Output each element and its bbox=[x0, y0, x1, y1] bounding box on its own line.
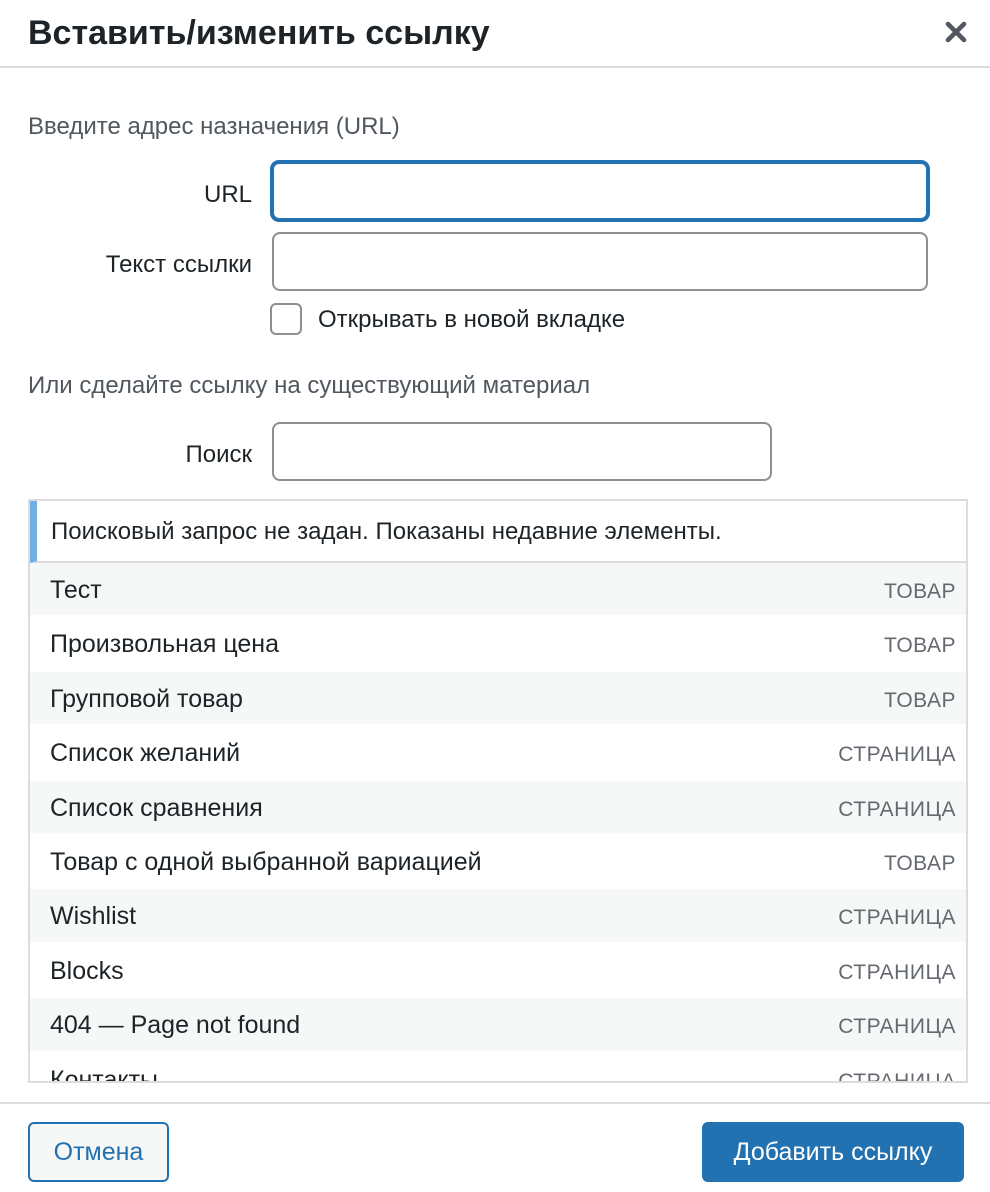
result-title: Контакты bbox=[50, 1065, 158, 1083]
result-title: Произвольная цена bbox=[50, 630, 280, 659]
result-type: ТОВАР bbox=[883, 851, 956, 875]
result-item[interactable]: Групповой товар ТОВАР bbox=[30, 671, 966, 727]
result-title: Blocks bbox=[50, 956, 124, 985]
url-section-heading: Введите адрес назначения (URL) bbox=[28, 113, 400, 140]
result-item[interactable]: Товар с одной выбранной вариацией ТОВАР bbox=[30, 834, 966, 890]
result-item[interactable]: Тест ТОВАР bbox=[30, 563, 966, 618]
result-type: СТРАНИЦА bbox=[838, 1069, 956, 1083]
link-text-label: Текст ссылки bbox=[105, 251, 252, 278]
close-icon bbox=[945, 21, 967, 43]
result-type: СТРАНИЦА bbox=[838, 1015, 956, 1039]
result-title: Список желаний bbox=[50, 739, 241, 768]
cancel-button[interactable]: Отмена bbox=[28, 1122, 169, 1182]
result-title: Тест bbox=[50, 576, 102, 604]
result-type: СТРАНИЦА bbox=[838, 960, 956, 984]
result-item[interactable]: Список сравнения СТРАНИЦА bbox=[30, 780, 966, 835]
result-type: СТРАНИЦА bbox=[838, 906, 956, 930]
search-label: Поиск bbox=[185, 441, 252, 468]
url-input[interactable] bbox=[271, 161, 929, 221]
add-link-button[interactable]: Добавить ссылку bbox=[702, 1122, 964, 1182]
result-title: 404 — Page not found bbox=[50, 1011, 301, 1040]
link-dialog: Вставить/изменить ссылку Введите адрес н… bbox=[0, 0, 990, 1192]
result-item[interactable]: Wishlist СТРАНИЦА bbox=[30, 889, 966, 944]
dialog-title: Вставить/изменить ссылку bbox=[28, 14, 490, 52]
result-title: Wishlist bbox=[50, 902, 137, 931]
open-new-tab-label[interactable]: Открывать в новой вкладке bbox=[318, 305, 625, 335]
result-item[interactable]: Blocks СТРАНИЦА bbox=[30, 943, 966, 999]
results-notice-text: Поисковый запрос не задан. Показаны неда… bbox=[51, 518, 722, 545]
result-item[interactable]: Произвольная цена ТОВАР bbox=[30, 617, 966, 672]
result-type: ТОВАР bbox=[883, 580, 956, 603]
close-button[interactable] bbox=[936, 12, 976, 52]
existing-content-heading: Или сделайте ссылку на существующий мате… bbox=[28, 372, 591, 399]
result-title: Список сравнения bbox=[50, 793, 263, 822]
result-title: Товар с одной выбранной вариацией bbox=[50, 847, 482, 876]
result-item[interactable]: 404 — Page not found СТРАНИЦА bbox=[30, 998, 966, 1053]
result-list: Тест ТОВАР Произвольная цена ТОВАР Групп… bbox=[30, 563, 966, 1083]
result-title: Групповой товар bbox=[50, 684, 243, 713]
link-text-input[interactable] bbox=[272, 232, 928, 291]
url-label: URL bbox=[203, 181, 252, 208]
result-type: СТРАНИЦА bbox=[838, 743, 956, 767]
results-notice: Поисковый запрос не задан. Показаны неда… bbox=[30, 501, 966, 563]
result-type: СТРАНИЦА bbox=[838, 797, 956, 821]
search-results[interactable]: Поисковый запрос не задан. Показаны неда… bbox=[28, 499, 968, 1083]
dialog-header: Вставить/изменить ссылку bbox=[0, 0, 990, 68]
open-new-tab-checkbox[interactable] bbox=[270, 303, 302, 335]
result-type: ТОВАР bbox=[883, 688, 956, 712]
result-item[interactable]: Контакты СТРАНИЦА bbox=[30, 1052, 966, 1083]
result-item[interactable]: Список желаний СТРАНИЦА bbox=[30, 726, 966, 781]
search-input[interactable] bbox=[272, 422, 772, 481]
result-type: ТОВАР bbox=[883, 634, 956, 658]
dialog-footer: Отмена Добавить ссылку bbox=[0, 1102, 990, 1192]
